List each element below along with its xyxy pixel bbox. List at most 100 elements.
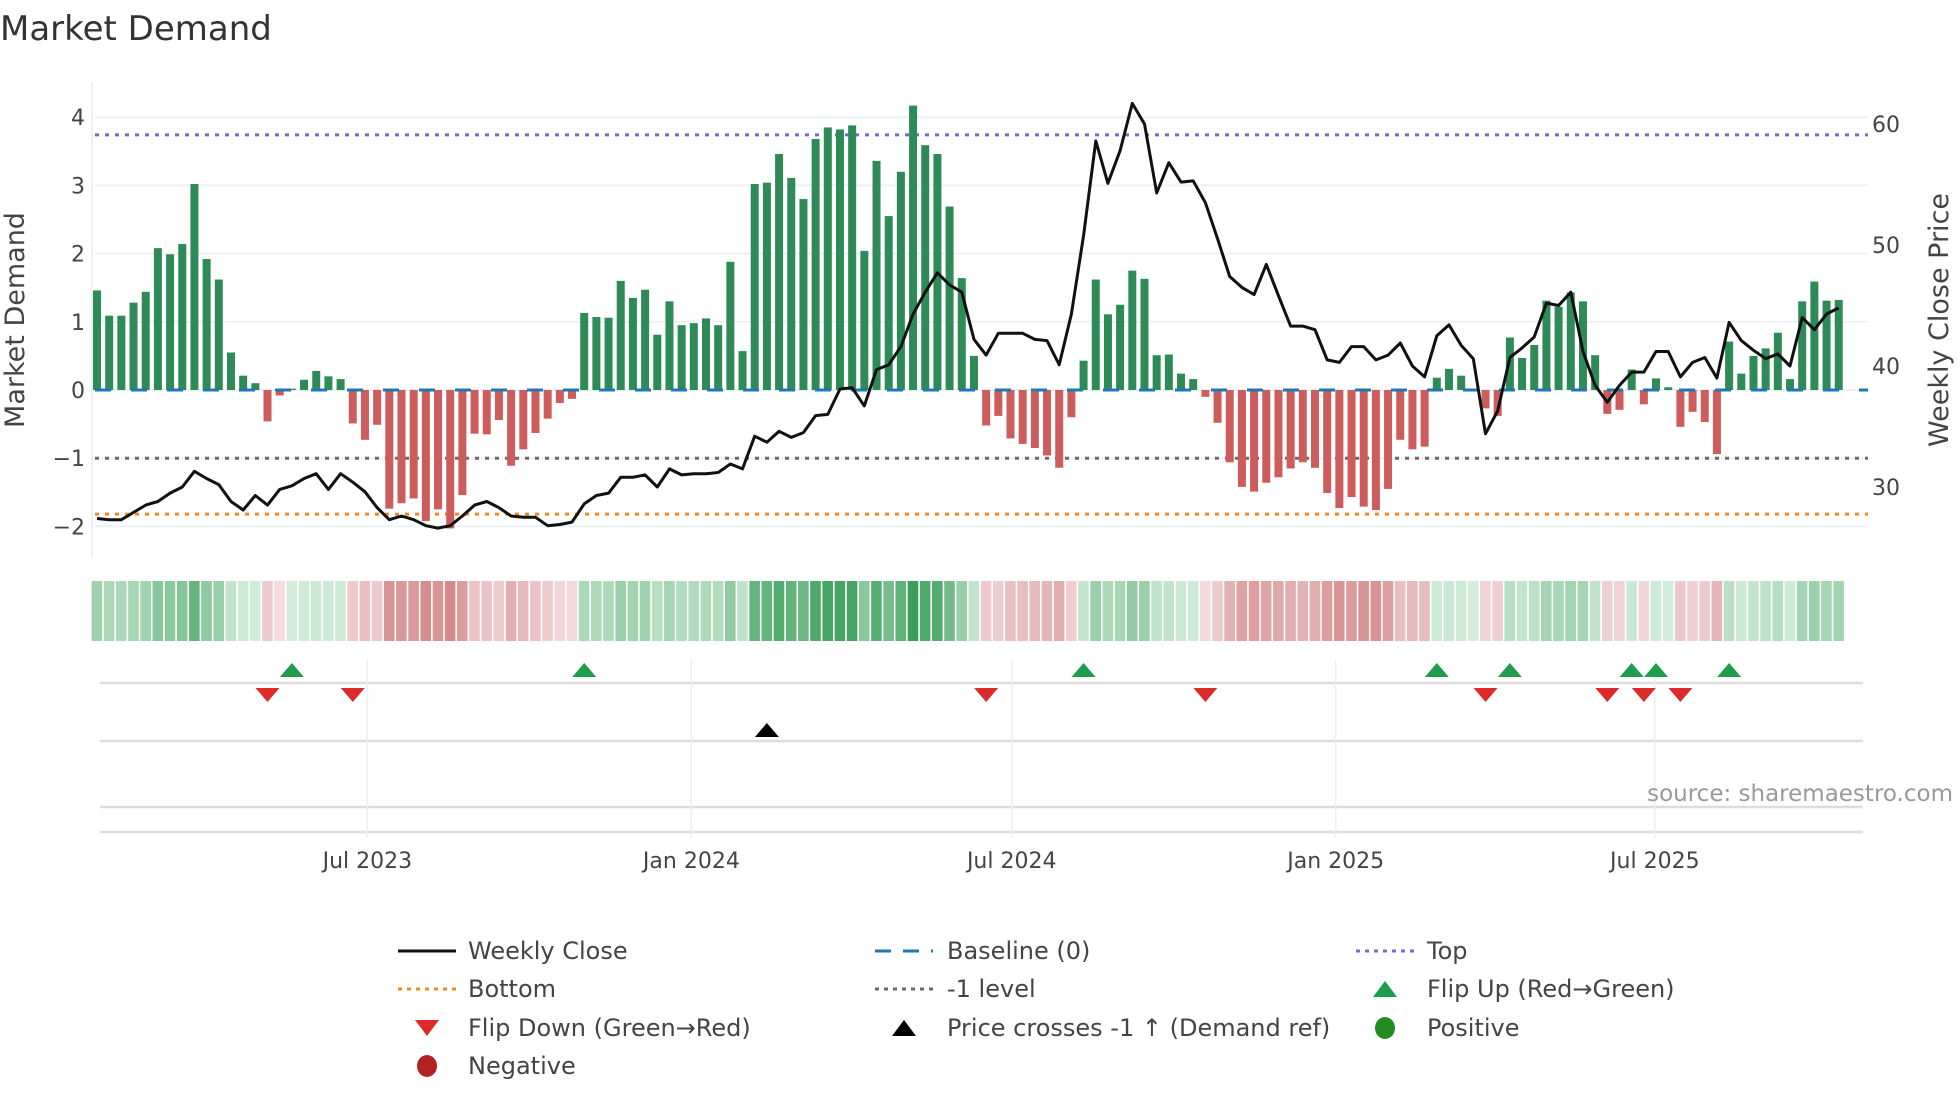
heat-strip-cell	[1346, 581, 1357, 641]
x-tick-label: Jul 2023	[321, 849, 413, 874]
positive-demand-bar	[1152, 355, 1161, 390]
flip-down-marker	[974, 688, 999, 702]
heat-strip-cell	[1053, 581, 1065, 641]
y-tick-label: 4	[71, 106, 85, 131]
heat-strip-cell	[1772, 581, 1784, 641]
positive-demand-bar	[1432, 377, 1441, 390]
negative-demand-bar	[531, 390, 540, 433]
heat-strip-cell	[773, 581, 785, 641]
negative-demand-bar	[543, 390, 552, 419]
positive-demand-bar	[93, 290, 101, 390]
heat-strip-cell	[1273, 581, 1284, 641]
positive-demand-bar	[714, 325, 723, 390]
negative-demand-bar	[397, 390, 406, 504]
negative-demand-bar	[1396, 390, 1405, 440]
heat-strip-cell	[761, 581, 773, 641]
heat-strip-cell	[530, 581, 541, 641]
heat-strip-cell	[1029, 581, 1041, 641]
heat-strip-cell	[1309, 581, 1321, 641]
heat-strip-cell	[676, 581, 687, 641]
positive-demand-bar	[945, 206, 954, 390]
heat-strip-cell	[1687, 581, 1698, 641]
heat-strip-cell	[1638, 581, 1650, 641]
heat-strip-cell	[505, 581, 517, 641]
x-tick-label: Jan 2024	[641, 849, 740, 874]
positive-demand-bar	[860, 250, 869, 390]
circle-icon	[417, 1055, 437, 1077]
y2-tick-label: 50	[1872, 234, 1900, 259]
positive-demand-bar	[166, 254, 175, 390]
heat-strip-cell	[1821, 581, 1832, 641]
heat-strip-cell	[383, 581, 395, 641]
heat-strip-cell	[932, 581, 943, 641]
negative-demand-bar	[994, 390, 1003, 416]
positive-demand-bar	[702, 318, 710, 390]
y-tick-label: −2	[53, 515, 85, 540]
y2-tick-label: 40	[1872, 355, 1900, 380]
negative-demand-bar	[1298, 390, 1307, 463]
legend-item: Bottom	[398, 975, 556, 1003]
negative-demand-bar	[1250, 390, 1259, 492]
heat-strip-cell	[834, 581, 846, 641]
flip-down-marker	[340, 688, 365, 702]
y-tick-label: 2	[71, 243, 85, 268]
heat-strip-cell	[115, 581, 127, 641]
negative-demand-bar	[1311, 390, 1319, 468]
positive-demand-bar	[1457, 375, 1466, 390]
positive-demand-bar	[641, 289, 650, 390]
heat-strip-cell	[980, 581, 992, 641]
positive-demand-bar	[1554, 306, 1563, 390]
x-tick-label: Jul 2025	[1608, 849, 1700, 874]
heat-strip-cell	[176, 581, 188, 641]
heat-strip-cell	[201, 581, 212, 641]
heat-strip-cell	[1285, 581, 1296, 641]
flip-down-marker	[1595, 688, 1620, 702]
positive-demand-bar	[202, 259, 211, 390]
positive-demand-bar	[1652, 378, 1661, 390]
heat-strip-cell	[1577, 581, 1589, 641]
positive-demand-bar	[604, 317, 613, 390]
heat-strip-cell	[262, 581, 273, 641]
positive-demand-bar	[787, 177, 796, 390]
legend-item: -1 level	[875, 975, 1036, 1003]
y2-axis-title: Weekly Close Price	[1924, 193, 1955, 447]
flip-up-marker	[1424, 663, 1449, 677]
legend-item: Price crosses -1 ↑ (Demand ref)	[892, 1014, 1330, 1042]
positive-demand-bar	[592, 317, 601, 390]
heat-strip-cell	[140, 581, 151, 641]
heat-strip-cell	[1126, 581, 1138, 641]
legend-item: Flip Down (Green→Red)	[415, 1014, 751, 1042]
triangle-up-icon	[892, 1020, 916, 1036]
positive-demand-bar	[129, 302, 138, 390]
legend-item: Top	[1356, 937, 1468, 965]
positive-demand-bar	[969, 355, 978, 390]
heat-strip-cell	[1394, 581, 1406, 641]
positive-demand-bar	[775, 154, 784, 390]
negative-demand-bar	[360, 390, 369, 440]
heat-strip-cell	[1224, 581, 1235, 641]
negative-demand-bar	[1043, 390, 1052, 456]
negative-demand-bar	[1323, 390, 1332, 493]
positive-demand-bar	[1103, 314, 1112, 390]
heat-strip-cell	[578, 581, 590, 641]
negative-demand-bar	[1237, 390, 1246, 487]
negative-demand-bar	[1712, 390, 1721, 455]
heat-strip-cell	[785, 581, 797, 641]
heat-strip-cell	[1260, 581, 1272, 641]
heat-strip-cell	[968, 581, 980, 641]
heat-strip-cell	[469, 581, 480, 641]
positive-demand-bar	[1725, 341, 1734, 390]
y-axis-left: −2 −1 0 1 2 3 4	[53, 106, 85, 540]
heat-strip-cell	[1297, 581, 1309, 641]
heat-strip-cell	[91, 581, 103, 641]
heat-strip-cell	[846, 581, 858, 641]
triangle-down-icon	[415, 1020, 439, 1036]
positive-demand-bar	[1810, 281, 1819, 390]
heat-strip-cell	[371, 581, 383, 641]
heat-strip-cell	[1796, 581, 1808, 641]
heat-strip-cell	[1102, 581, 1114, 641]
negative-demand-bar	[555, 390, 564, 403]
market-demand-chart: Market Demand −2 −1 0 1 2 3 4 30 40 50 60 Market …	[0, 9, 1955, 1080]
heat-strip-cell	[444, 581, 456, 641]
x-tick-label: Jul 2024	[965, 849, 1057, 874]
